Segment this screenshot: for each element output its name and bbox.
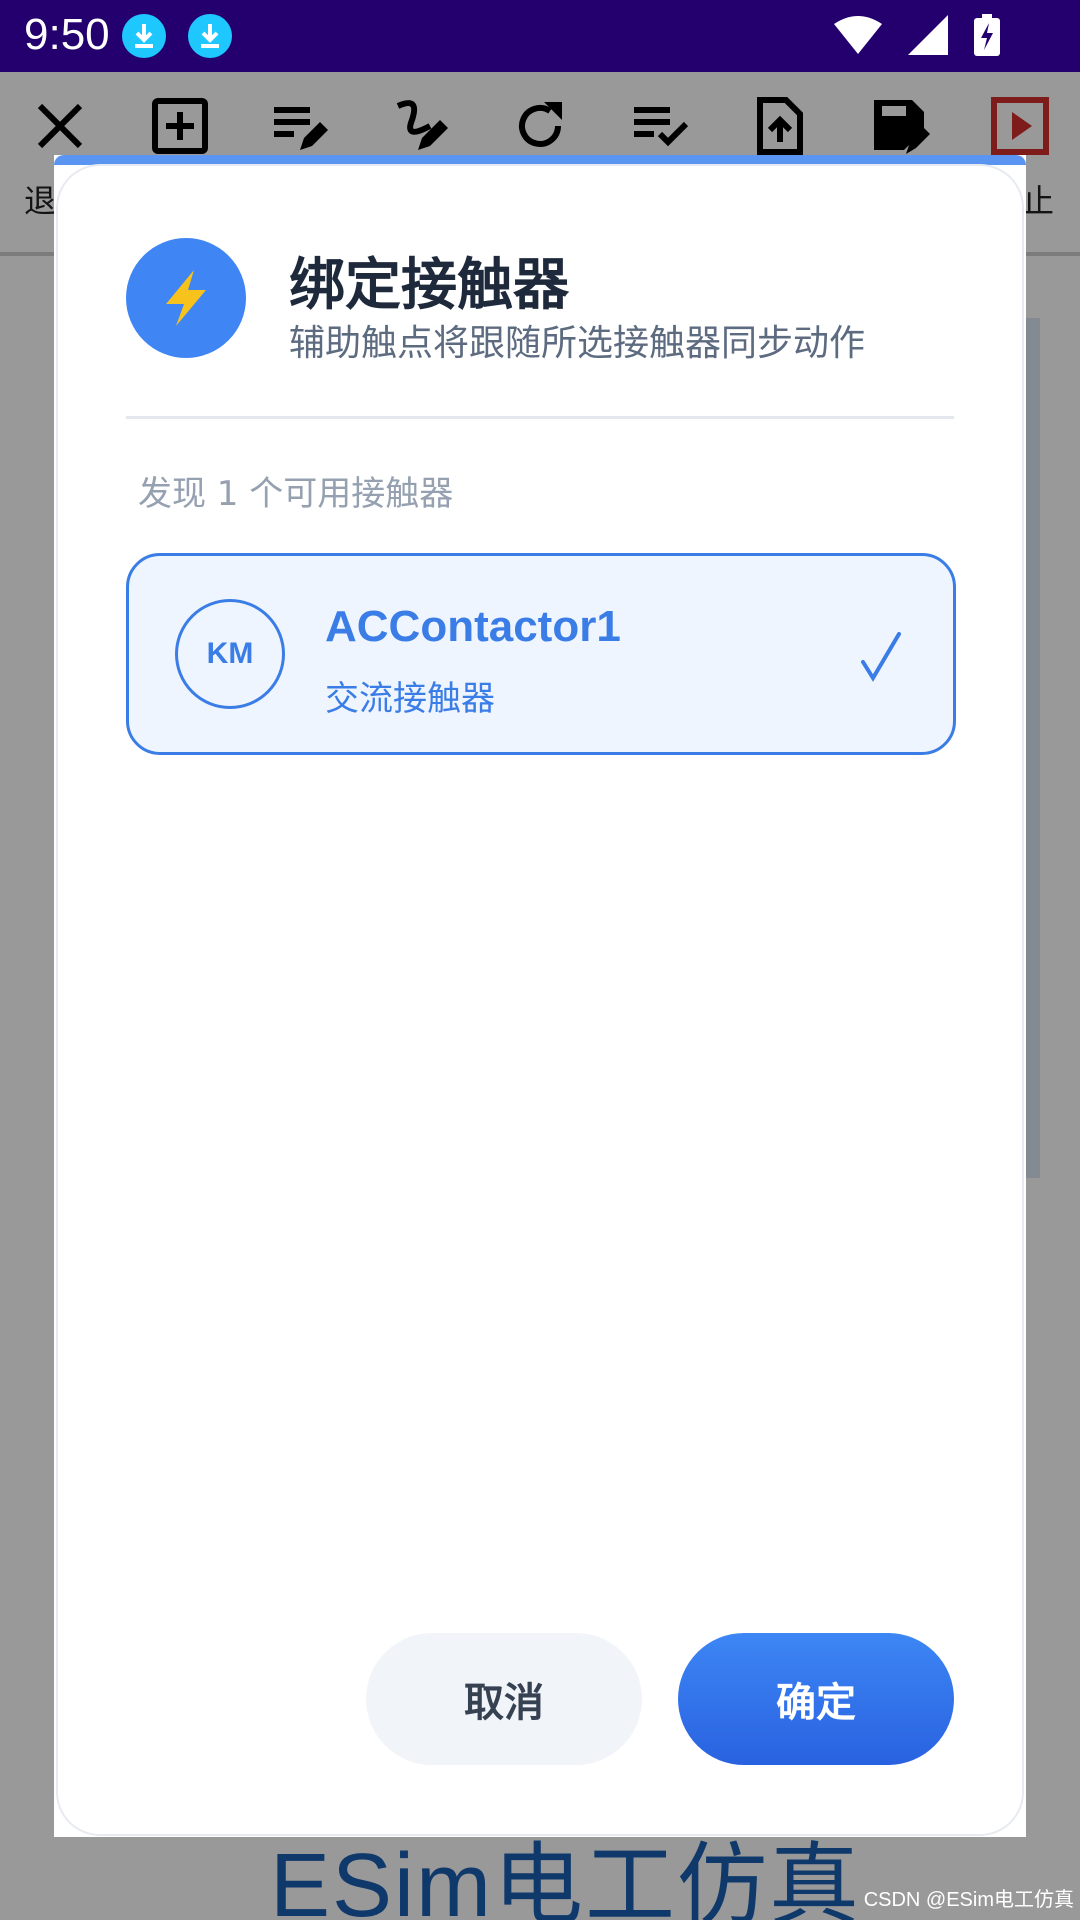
bind-contactor-dialog: 绑定接触器 辅助触点将跟随所选接触器同步动作 发现 1 个可用接触器 KM AC… [58,166,1022,1834]
divider [126,416,954,419]
wifi-icon [834,16,882,54]
battery-charging-icon [974,14,1000,56]
dialog-accent-bar [54,155,1026,165]
download-notification-icon [122,14,166,58]
confirm-button[interactable]: 确定 [678,1633,954,1765]
download-notification-icon [188,14,232,58]
status-bar: 9:50 [0,0,1080,72]
dialog-subtitle: 辅助触点将跟随所选接触器同步动作 [289,323,866,364]
status-icons [834,14,1000,56]
contactor-name: ACContactor1 [325,602,621,651]
contactor-list-item[interactable]: KM ACContactor1 交流接触器 [126,553,956,755]
signal-icon [908,15,948,55]
contactor-type: 交流接触器 [325,679,495,719]
lightning-icon [126,238,246,358]
status-time: 9:50 [24,10,110,59]
contactor-badge: KM [175,599,285,709]
dialog-title: 绑定接触器 [289,253,569,318]
watermark: CSDN @ESim电工仿真 [863,1889,1074,1911]
found-count-label: 发现 1 个可用接触器 [138,474,454,514]
cancel-button[interactable]: 取消 [366,1633,642,1765]
checkmark-icon [861,632,901,682]
